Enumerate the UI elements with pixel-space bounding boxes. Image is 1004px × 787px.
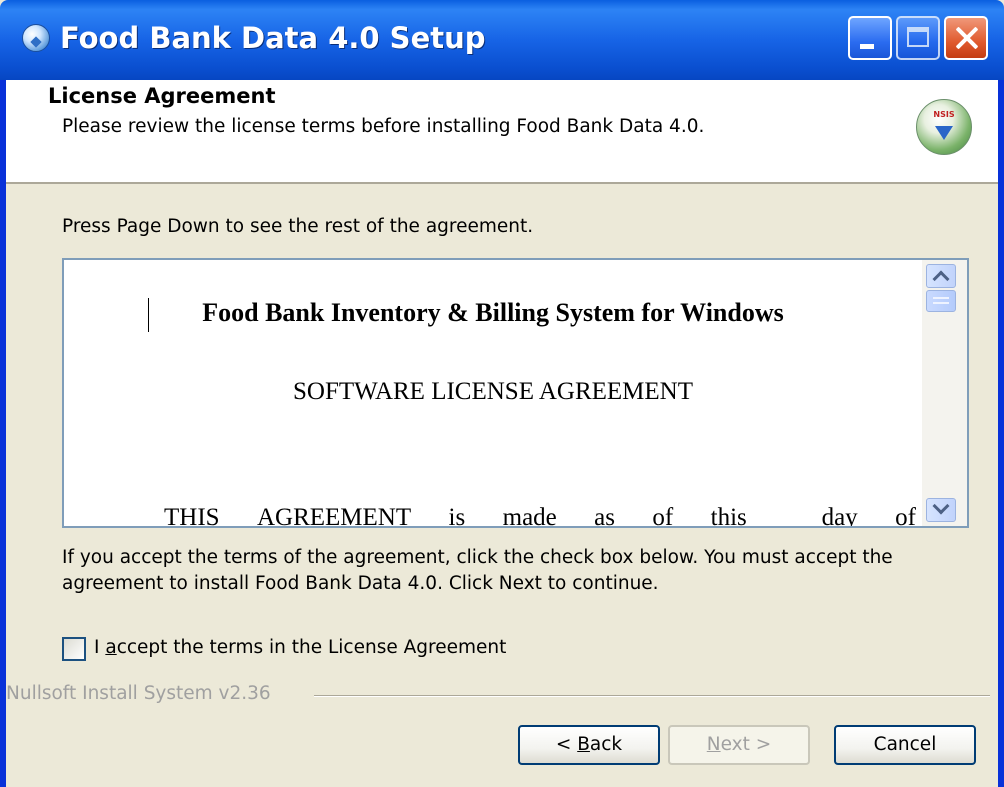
license-word: as (594, 504, 615, 528)
chevron-down-icon (932, 497, 950, 515)
page-subtitle: Please review the license terms before i… (62, 116, 705, 137)
back-button[interactable]: < Back (518, 725, 660, 765)
title-bar[interactable]: Food Bank Data 4.0 Setup (0, 0, 1004, 80)
license-first-line: THIS AGREEMENT is made as of this day of (164, 504, 916, 528)
header-panel: License Agreement Please review the lice… (6, 80, 998, 184)
maximize-button (896, 16, 940, 60)
license-content[interactable]: Food Bank Inventory & Billing System for… (64, 260, 922, 526)
license-word: this (710, 504, 747, 528)
footer-divider (314, 695, 990, 697)
cancel-button[interactable]: Cancel (834, 725, 976, 765)
accept-terms-label[interactable]: I accept the terms in the License Agreem… (94, 637, 506, 658)
license-heading: Food Bank Inventory & Billing System for… (202, 298, 784, 327)
back-prefix: < (555, 734, 578, 755)
back-access-key: B (577, 734, 590, 755)
label-rest: ccept the terms in the License Agreement (116, 637, 507, 658)
page-down-instruction: Press Page Down to see the rest of the a… (62, 216, 534, 237)
setup-window: Food Bank Data 4.0 Setup License Agreeme… (0, 0, 1004, 787)
label-prefix: I (94, 637, 106, 658)
license-subheading: SOFTWARE LICENSE AGREEMENT (293, 378, 693, 405)
license-word: day (821, 504, 858, 528)
license-word: is (448, 504, 466, 528)
next-button: Next > (668, 725, 810, 765)
label-access-key: a (105, 637, 117, 658)
installer-logo-icon: NSIS (916, 99, 972, 155)
window-frame-right (998, 80, 1004, 787)
license-word: THIS (164, 504, 220, 528)
close-button[interactable] (944, 16, 988, 60)
app-icon[interactable] (22, 24, 50, 52)
scroll-down-button[interactable] (926, 497, 956, 522)
scroll-thumb[interactable] (926, 290, 956, 312)
next-rest: ext > (720, 734, 772, 755)
accept-instruction-line2: agreement to install Food Bank Data 4.0.… (62, 573, 659, 594)
license-word: made (502, 504, 557, 528)
accept-instruction-line1: If you accept the terms of the agreement… (62, 547, 893, 568)
chevron-up-icon (932, 270, 950, 288)
license-word: of (895, 504, 916, 528)
minimize-button[interactable] (848, 16, 892, 60)
next-access-key: N (706, 734, 721, 755)
license-word: AGREEMENT (256, 504, 412, 528)
window-frame-left (0, 80, 6, 787)
nsis-branding: Nullsoft Install System v2.36 (6, 683, 271, 704)
scroll-up-button[interactable] (926, 264, 956, 288)
accept-terms-checkbox[interactable] (62, 637, 86, 661)
back-rest: ack (589, 734, 623, 755)
license-text-area[interactable]: Food Bank Inventory & Billing System for… (62, 258, 969, 528)
license-word: of (652, 504, 674, 528)
download-arrow-icon (935, 126, 953, 140)
window-title: Food Bank Data 4.0 Setup (60, 21, 486, 55)
vertical-scrollbar[interactable] (922, 260, 967, 526)
logo-text: NSIS (933, 110, 955, 119)
page-title: License Agreement (48, 84, 276, 108)
